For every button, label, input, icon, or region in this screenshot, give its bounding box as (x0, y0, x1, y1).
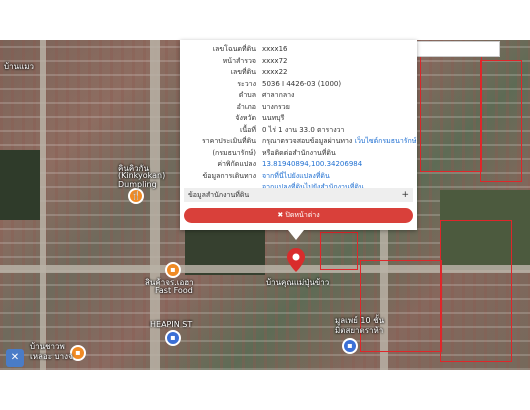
expand-plus-icon[interactable]: + (401, 188, 409, 202)
parcel-boundary (420, 50, 482, 172)
directions-to-parcel-link[interactable]: จากที่นี่ไปยังแปลงที่ดิน (262, 171, 417, 183)
field-area (0, 150, 40, 220)
info-row: เลขที่ดิน xxxx22 (180, 67, 417, 79)
parcel-boundary (480, 60, 522, 182)
info-row: หน้าสำรวจ xxxx72 (180, 56, 417, 68)
info-label: เลขที่ดิน (230, 68, 256, 76)
map-label: เหลอะ บางจ (30, 352, 73, 361)
info-value: 5036 I 4426-03 (1000) (262, 79, 342, 88)
parcel-info-table: เลขโฉนดที่ดิน xxxx16 หน้าสำรวจ xxxx72 เลขท… (180, 44, 417, 194)
bottom-blank (0, 370, 530, 410)
info-label: ข้อมูลการเดินทาง (202, 171, 256, 180)
info-row: ตำบล ศาลากลาง (180, 90, 417, 102)
info-row: อำเภอ บางกรวย (180, 102, 417, 114)
info-label: เนื้อที่ (240, 125, 256, 134)
info-value: กรุณาตรวจสอบข้อมูลผ่านทาง เว็บไซต์กรมธนา… (262, 136, 417, 148)
info-label: ตำบล (238, 91, 256, 99)
info-row: ข้อมูลการเดินทาง จากที่นี่ไปยังแปลงที่ดิน (180, 171, 417, 183)
parcel-info-popup: เลขโฉนดที่ดิน xxxx16 หน้าสำรวจ xxxx72 เลขท… (180, 40, 417, 230)
road (40, 40, 46, 370)
info-label: จังหวัด (235, 114, 256, 122)
shop-icon[interactable]: ▪ (342, 338, 358, 354)
parcel-boundary (320, 232, 358, 270)
food-icon[interactable]: 🍴 (128, 188, 144, 204)
info-row: (กรมธนารักษ์) หรือติดต่อสำนักงานที่ดิน (180, 148, 417, 160)
info-row: จังหวัด นนทบุรี (180, 113, 417, 125)
land-office-section-toggle[interactable]: ข้อมูลสำนักงานที่ดิน + (184, 188, 413, 202)
info-value: บางกรวย (262, 102, 290, 111)
info-label: ราคาประเมินที่ดิน (201, 137, 256, 145)
map-label: บ้านคุณแม่ปุ่นข้าว (266, 278, 330, 287)
map-label: บ้านแมว (4, 62, 34, 71)
info-label: อำเภอ (236, 102, 256, 111)
price-note: กรุณาตรวจสอบข้อมูลผ่านทาง (262, 137, 353, 145)
info-row: เลขโฉนดที่ดิน xxxx16 (180, 44, 417, 56)
info-label: หน้าสำรวจ (222, 56, 256, 65)
shop-icon[interactable]: ▪ (165, 330, 181, 346)
info-value: ศาลากลาง (262, 91, 295, 99)
info-row: ระวาง 5036 I 4426-03 (1000) (180, 79, 417, 91)
coordinate-link[interactable]: 13.81940894,100.34206984 (262, 159, 417, 171)
info-value: xxxx72 (262, 56, 288, 65)
info-row: เนื้อที่ 0 ไร่ 1 งาน 33.0 ตารางวา (180, 125, 417, 137)
info-value: นนทบุรี (262, 114, 285, 122)
info-value: หรือติดต่อสำนักงานที่ดิน (262, 148, 336, 157)
info-value: 0 ไร่ 1 งาน 33.0 ตารางวา (262, 125, 345, 134)
treasury-website-link[interactable]: เว็บไซต์กรมธนารักษ์ (355, 137, 417, 145)
info-label: เลขโฉนดที่ดิน (212, 45, 256, 53)
tools-icon[interactable]: ✕ (6, 349, 24, 367)
map-label: (Kinkyokan) (118, 171, 166, 180)
parcel-boundary (440, 220, 512, 362)
close-window-button[interactable]: ✖ ปิดหน้าต่าง (184, 208, 413, 223)
info-label: (กรมธนารักษ์) (212, 148, 256, 157)
map-label: HEAPIN ST (150, 320, 193, 329)
popup-pointer (288, 230, 304, 240)
map-label: มิตสยาตราห้า (335, 326, 384, 335)
info-row: ค่าพิกัดแปลง 13.81940894,100.34206984 (180, 159, 417, 171)
info-value: xxxx22 (262, 68, 288, 76)
info-row: ราคาประเมินที่ดิน กรุณาตรวจสอบข้อมูลผ่าน… (180, 136, 417, 148)
info-label: ค่าพิกัดแปลง (217, 160, 256, 168)
map-label: Fast Food (155, 286, 193, 295)
map-label: Dumpling (118, 180, 157, 189)
parcel-boundary (360, 260, 442, 352)
info-value: xxxx16 (262, 45, 288, 53)
info-label: ระวาง (237, 79, 256, 88)
section-label: ข้อมูลสำนักงานที่ดิน (188, 191, 250, 199)
map-pin-icon[interactable] (287, 248, 305, 276)
